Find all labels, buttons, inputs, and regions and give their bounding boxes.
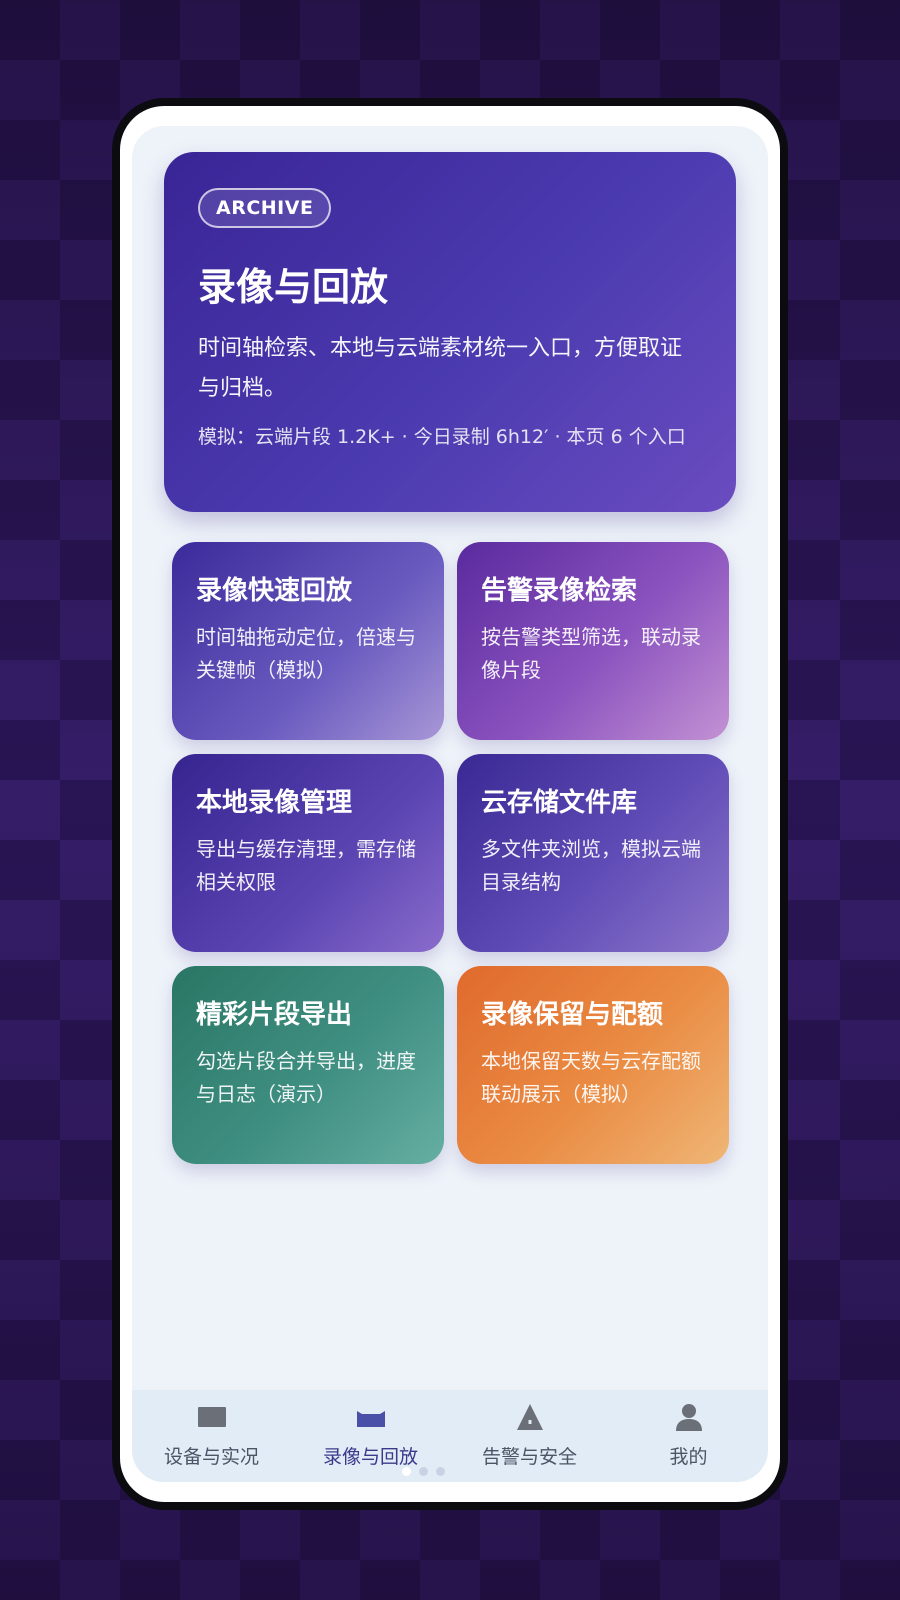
nav-label: 我的	[669, 1446, 708, 1468]
hero-description: 时间轴检索、本地与云端素材统一入口，方便取证与归档。	[198, 336, 683, 401]
archive-badge: ARCHIVE	[198, 188, 332, 228]
person-icon	[674, 1402, 704, 1432]
page-dot	[419, 1467, 428, 1476]
monitor-icon	[197, 1402, 227, 1432]
nav-tab-devices[interactable]: 设备与实况	[132, 1390, 291, 1482]
card-description: 按告警类型筛选，联动录像片段	[481, 625, 701, 682]
card-alarm-search[interactable]: 告警录像检索 按告警类型筛选，联动录像片段	[457, 542, 729, 740]
card-title: 告警录像检索	[481, 576, 638, 606]
card-highlight-export[interactable]: 精彩片段导出 勾选片段合并导出，进度与日志（演示）	[172, 966, 444, 1164]
warning-icon	[515, 1402, 545, 1432]
card-title: 本地录像管理	[196, 788, 353, 818]
card-description: 多文件夹浏览，模拟云端目录结构	[481, 837, 701, 894]
bottom-navigation: 设备与实况 录像与回放 告警与安全 我的	[132, 1390, 768, 1482]
app-content: ARCHIVE 录像与回放 时间轴检索、本地与云端素材统一入口，方便取证与归档。…	[132, 126, 768, 1482]
nav-label: 录像与回放	[322, 1446, 418, 1468]
nav-label: 设备与实况	[163, 1446, 259, 1468]
page-dot	[402, 1467, 411, 1476]
card-title: 云存储文件库	[481, 788, 638, 818]
card-title: 录像快速回放	[196, 576, 353, 606]
phone-frame: ARCHIVE 录像与回放 时间轴检索、本地与云端素材统一入口，方便取证与归档。…	[112, 98, 788, 1510]
card-description: 导出与缓存清理，需存储相关权限	[196, 837, 416, 894]
nav-tab-alarms[interactable]: 告警与安全	[450, 1390, 609, 1482]
card-local-management[interactable]: 本地录像管理 导出与缓存清理，需存储相关权限	[172, 754, 444, 952]
card-description: 时间轴拖动定位，倍速与关键帧（模拟）	[196, 625, 416, 682]
hero-stats: 模拟：云端片段 1.2K+ · 今日录制 6h12′ · 本页 6 个入口	[198, 426, 686, 448]
card-title: 录像保留与配额	[481, 1000, 664, 1030]
card-retention-quota[interactable]: 录像保留与配额 本地保留天数与云存配额联动展示（模拟）	[457, 966, 729, 1164]
card-quick-playback[interactable]: 录像快速回放 时间轴拖动定位，倍速与关键帧（模拟）	[172, 542, 444, 740]
card-cloud-library[interactable]: 云存储文件库 多文件夹浏览，模拟云端目录结构	[457, 754, 729, 952]
nav-tab-profile[interactable]: 我的	[609, 1390, 768, 1482]
page-indicator	[402, 1467, 445, 1476]
card-description: 勾选片段合并导出，进度与日志（演示）	[196, 1049, 416, 1106]
page-dot	[436, 1467, 445, 1476]
card-title: 精彩片段导出	[196, 1000, 353, 1030]
tray-icon	[356, 1402, 386, 1432]
phone-screen: ARCHIVE 录像与回放 时间轴检索、本地与云端素材统一入口，方便取证与归档。…	[120, 106, 780, 1502]
hero-banner: ARCHIVE 录像与回放 时间轴检索、本地与云端素材统一入口，方便取证与归档。…	[164, 152, 736, 512]
card-description: 本地保留天数与云存配额联动展示（模拟）	[481, 1049, 701, 1106]
nav-label: 告警与安全	[481, 1446, 577, 1468]
page-title: 录像与回放	[198, 265, 389, 309]
